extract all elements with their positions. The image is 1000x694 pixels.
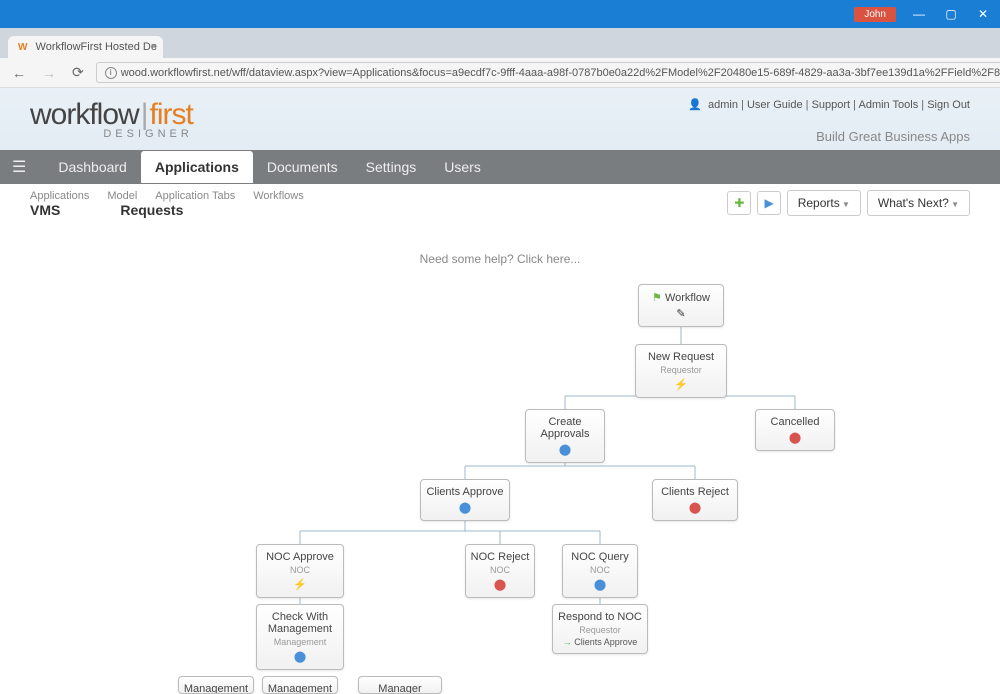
action-add-icon[interactable]: ✚: [727, 191, 751, 215]
user-icon: 👤: [688, 99, 702, 111]
workflow-diagram: ⚑ Workflow ✎ New Request Requestor ⚡ Cre…: [0, 284, 1000, 664]
tagline: Build Great Business Apps: [688, 129, 970, 144]
tab-close-icon[interactable]: ×: [151, 41, 157, 53]
info-icon: ⬤: [425, 501, 505, 514]
logo-text-b: first: [150, 98, 193, 131]
os-user-badge: John: [854, 7, 896, 22]
close-icon[interactable]: ✕: [974, 5, 992, 23]
link-support[interactable]: Support: [812, 99, 851, 111]
whats-next-dropdown[interactable]: What's Next?: [867, 190, 970, 216]
site-info-icon[interactable]: i: [105, 67, 117, 79]
node-management-1[interactable]: Management: [178, 676, 254, 694]
node-create-approvals[interactable]: Create Approvals ⬤: [525, 409, 605, 463]
flag-icon: ⚑: [652, 292, 662, 304]
os-titlebar: John — ▢ ✕: [0, 0, 1000, 28]
logo-text-a: workflow: [30, 98, 139, 131]
node-new-request[interactable]: New Request Requestor ⚡: [635, 344, 727, 398]
help-link[interactable]: Need some help? Click here...: [0, 222, 1000, 284]
app-header: workflow|first DESIGNER 👤 admin | User G…: [0, 88, 1000, 150]
flash-icon: ⚡: [261, 578, 339, 591]
nav-settings[interactable]: Settings: [352, 151, 431, 183]
node-noc-reject[interactable]: NOC Reject NOC ⬤: [465, 544, 535, 598]
header-links: 👤 admin | User Guide | Support | Admin T…: [688, 98, 970, 111]
node-management-2[interactable]: Management: [262, 676, 338, 694]
crumb-context: Requests: [120, 202, 183, 218]
stop-icon: ⬤: [657, 501, 733, 514]
back-icon[interactable]: ←: [8, 65, 30, 81]
browser-tab[interactable]: WorkflowFirst Hosted De ×: [8, 36, 163, 58]
reload-icon[interactable]: ⟳: [68, 64, 88, 81]
node-manager-query[interactable]: Manager Query: [358, 676, 442, 694]
node-respond-noc[interactable]: Respond to NOC Requestor → Clients Appro…: [552, 604, 648, 654]
node-clients-approve[interactable]: Clients Approve ⬤: [420, 479, 510, 521]
edit-icon: ✎: [643, 307, 719, 320]
link-sign-out[interactable]: Sign Out: [927, 99, 970, 111]
hamburger-icon[interactable]: ☰: [12, 157, 26, 177]
crumb-app-tabs[interactable]: Application Tabs: [155, 190, 235, 202]
flash-icon: ⚡: [640, 378, 722, 391]
link-user-guide[interactable]: User Guide: [747, 99, 803, 111]
node-workflow[interactable]: ⚑ Workflow ✎: [638, 284, 724, 327]
info-icon: ⬤: [567, 578, 633, 591]
node-check-management[interactable]: Check With Management Management ⬤: [256, 604, 344, 670]
connectors: [0, 284, 1000, 664]
node-cancelled[interactable]: Cancelled ⬤: [755, 409, 835, 451]
forward-icon[interactable]: →: [38, 65, 60, 81]
url-field[interactable]: i wood.workflowfirst.net/wff/dataview.as…: [96, 62, 1000, 83]
main-nav: ☰ Dashboard Applications Documents Setti…: [0, 150, 1000, 184]
logo-subtitle: DESIGNER: [30, 128, 193, 140]
maximize-icon[interactable]: ▢: [942, 5, 960, 23]
sub-bar: Applications Model Application Tabs Work…: [0, 184, 1000, 222]
node-noc-query[interactable]: NOC Query NOC ⬤: [562, 544, 638, 598]
arrow-icon: →: [563, 637, 572, 647]
crumb-applications[interactable]: Applications: [30, 190, 89, 202]
breadcrumb: Applications Model Application Tabs Work…: [30, 190, 304, 218]
nav-dashboard[interactable]: Dashboard: [44, 151, 141, 183]
crumb-workflows[interactable]: Workflows: [253, 190, 304, 202]
tab-title: WorkflowFirst Hosted De: [36, 41, 157, 53]
reports-dropdown[interactable]: Reports: [787, 190, 861, 216]
node-noc-approve[interactable]: NOC Approve NOC ⚡: [256, 544, 344, 598]
crumb-model[interactable]: Model: [107, 190, 137, 202]
browser-address-bar: ← → ⟳ i wood.workflowfirst.net/wff/datav…: [0, 58, 1000, 88]
logo: workflow|first DESIGNER: [30, 98, 193, 144]
node-clients-reject[interactable]: Clients Reject ⬤: [652, 479, 738, 521]
stop-icon: ⬤: [470, 578, 530, 591]
nav-applications[interactable]: Applications: [141, 151, 253, 183]
link-admin-tools[interactable]: Admin Tools: [858, 99, 918, 111]
page-actions: ✚ ▶ Reports What's Next?: [727, 190, 970, 216]
nav-documents[interactable]: Documents: [253, 151, 352, 183]
browser-tab-strip: WorkflowFirst Hosted De ×: [0, 28, 1000, 58]
info-icon: ⬤: [530, 443, 600, 456]
minimize-icon[interactable]: —: [910, 5, 928, 23]
action-play-icon[interactable]: ▶: [757, 191, 780, 215]
link-admin[interactable]: admin: [708, 99, 738, 111]
url-text: wood.workflowfirst.net/wff/dataview.aspx…: [121, 67, 1000, 79]
stop-icon: ⬤: [760, 431, 830, 444]
crumb-app-name: VMS: [30, 202, 60, 218]
nav-users[interactable]: Users: [430, 151, 495, 183]
